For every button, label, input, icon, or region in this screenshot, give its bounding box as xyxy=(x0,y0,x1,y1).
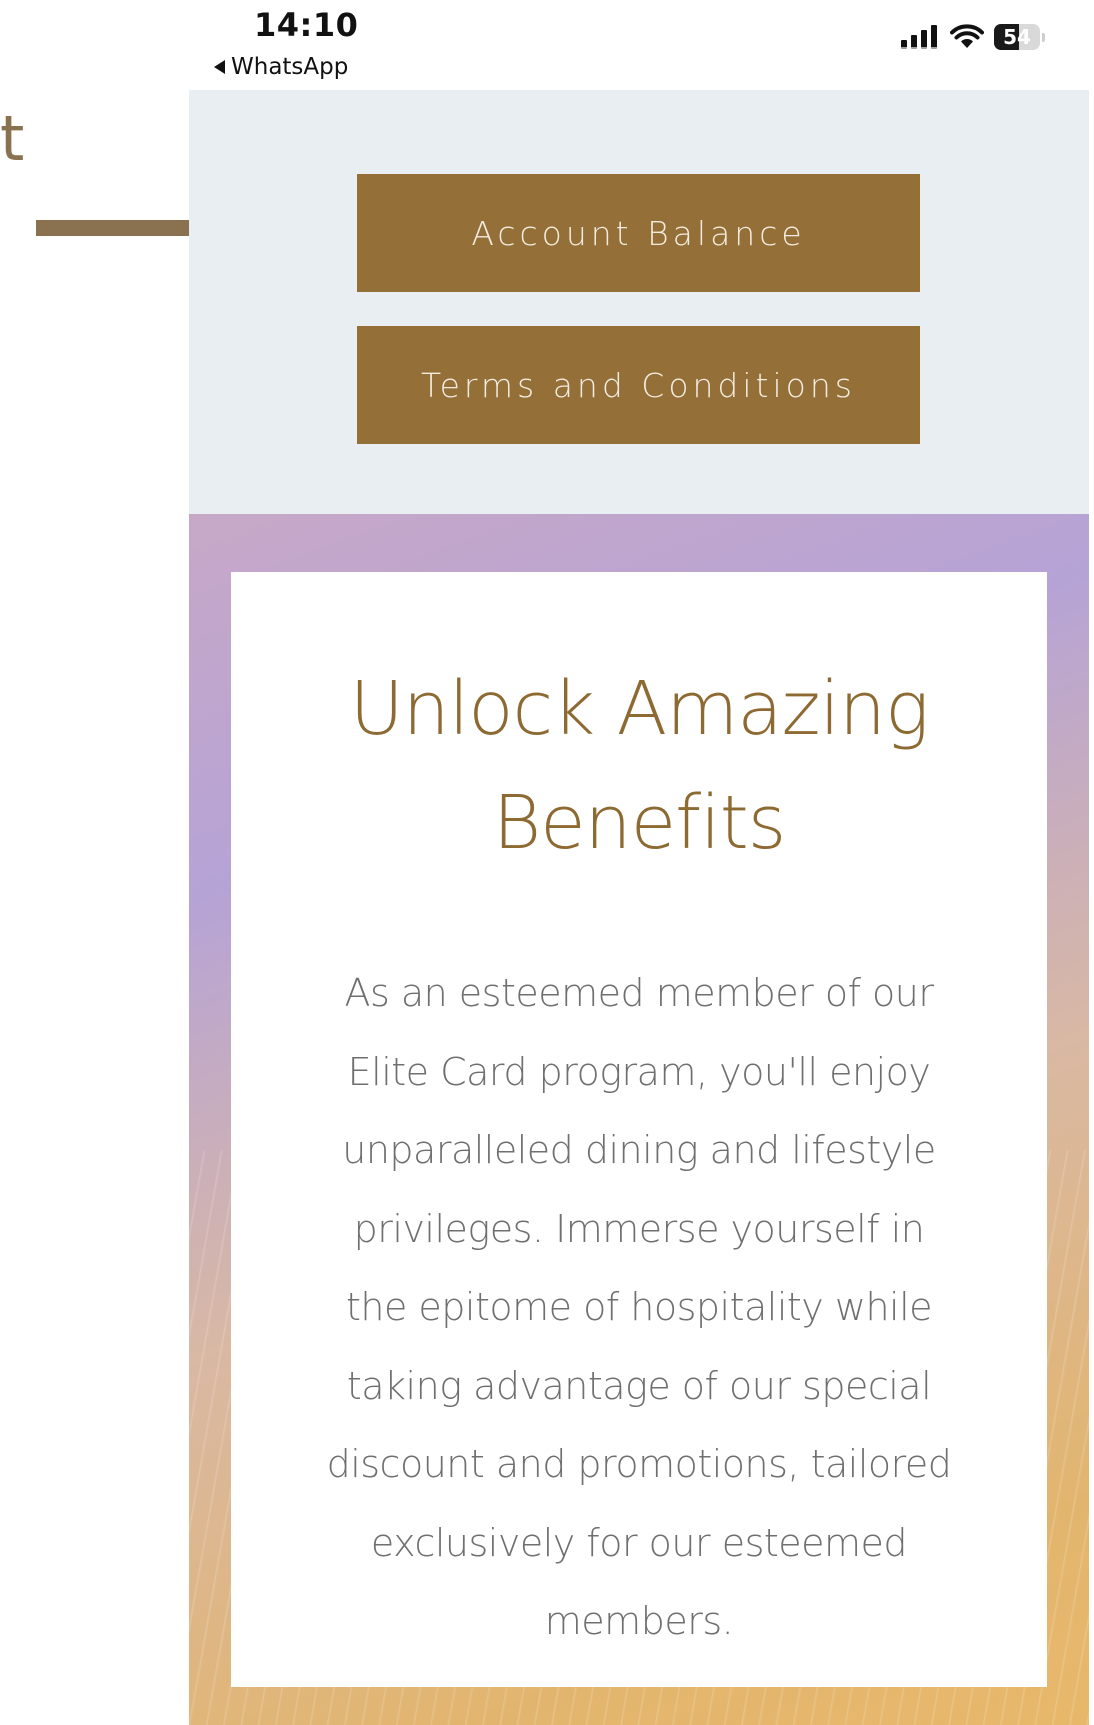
battery-label: 54 xyxy=(1003,25,1031,49)
back-to-app-link[interactable]: WhatsApp xyxy=(214,54,348,80)
wifi-icon xyxy=(950,24,984,48)
status-icons: 54 xyxy=(900,22,1045,52)
status-time: 14:10 xyxy=(254,6,359,44)
annotation-letter: t xyxy=(0,102,25,175)
top-panel xyxy=(189,90,1089,514)
battery-nub xyxy=(1042,32,1045,42)
card-title: Unlock Amazing Benefits xyxy=(349,666,930,866)
card-body: As an esteemed member of our Elite Card … xyxy=(326,971,952,1643)
back-arrow-icon xyxy=(214,60,225,74)
back-app-label: WhatsApp xyxy=(231,54,349,80)
battery-icon: 54 xyxy=(994,24,1040,50)
benefits-card: Unlock Amazing Benefits As an esteemed m… xyxy=(231,572,1047,1687)
terms-and-conditions-button[interactable]: Terms and Conditions xyxy=(357,326,920,444)
signal-icon xyxy=(901,25,937,50)
account-balance-button[interactable]: Account Balance xyxy=(357,174,920,292)
